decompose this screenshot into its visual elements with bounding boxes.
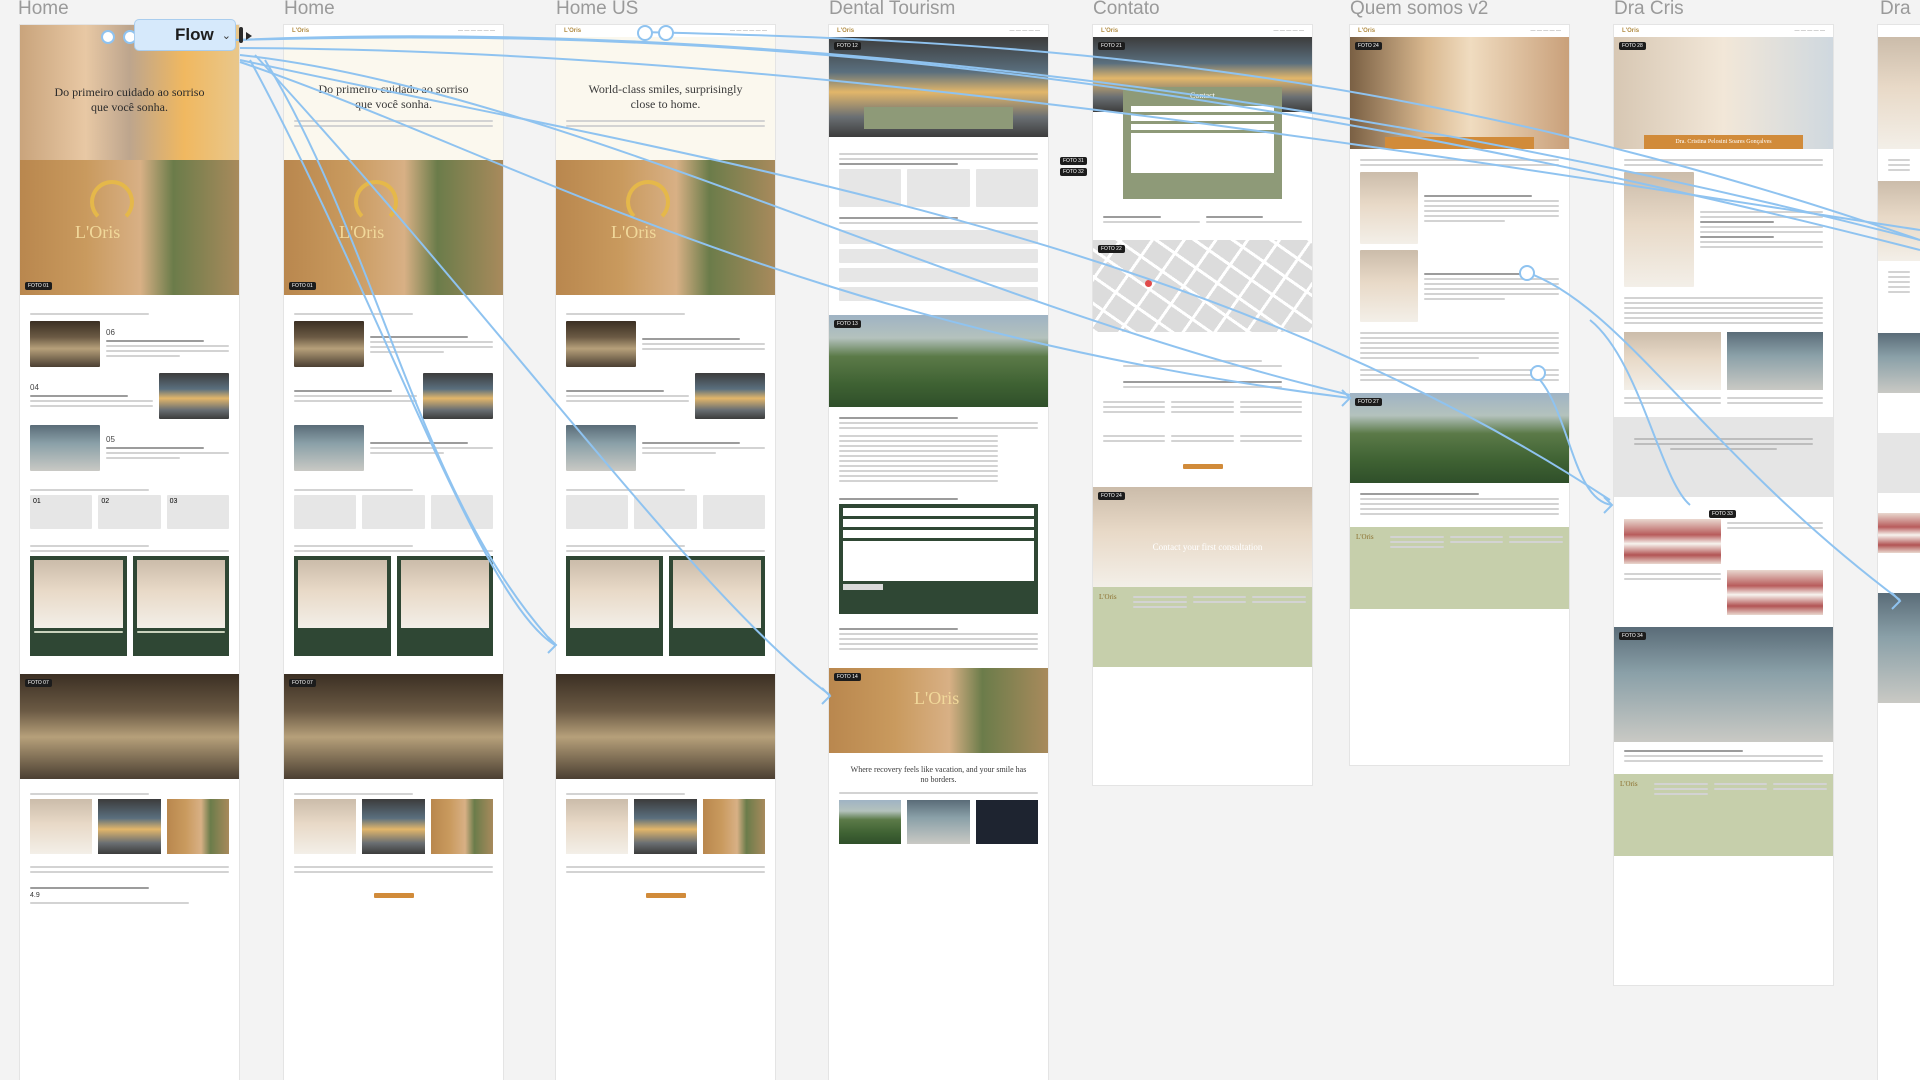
doctor-card[interactable]	[668, 556, 765, 656]
inquiry-form[interactable]	[839, 504, 1038, 614]
nav-brand[interactable]: L'Oris	[1101, 28, 1118, 34]
consult-photo: FOTO 24 Contact your first consultation	[1093, 487, 1312, 587]
form-textarea[interactable]	[843, 541, 1034, 581]
form-field[interactable]	[1131, 106, 1274, 112]
footer-logo: L'Oris	[1356, 533, 1374, 541]
frame-dra[interactable]	[1878, 25, 1920, 1080]
team-photo: L'Oris FOTO 01	[20, 160, 239, 295]
form-title: Contact	[1190, 91, 1215, 100]
frame-home[interactable]: Do primeiro cuidado ao sorriso que você …	[20, 25, 239, 1080]
frame-title-home-us[interactable]: Home US	[556, 0, 638, 20]
footer-logo: L'Oris	[1620, 780, 1638, 788]
frame-contato[interactable]: L'Oris — — — — — FOTO 21 Contact FOTO 22 …	[1093, 25, 1312, 785]
nav-brand[interactable]: L'Oris	[837, 28, 854, 34]
form-field[interactable]	[1131, 115, 1274, 121]
doctor-card[interactable]	[396, 556, 493, 656]
doctor-card[interactable]	[566, 556, 663, 656]
floating-photo-tag[interactable]: FOTO 32	[1060, 168, 1087, 176]
nav-brand[interactable]: L'Oris	[1622, 28, 1639, 34]
frame-title-dental-tourism[interactable]: Dental Tourism	[829, 0, 955, 20]
photo-tag: FOTO 01	[25, 282, 52, 290]
footer-logo: L'Oris	[1099, 593, 1117, 601]
cta-button[interactable]	[1182, 464, 1223, 469]
frame-title-home[interactable]: Home	[18, 0, 69, 20]
nav-brand[interactable]: L'Oris	[564, 28, 581, 34]
footer: L'Oris	[1350, 527, 1569, 609]
cta-button[interactable]	[373, 893, 414, 898]
hero-heading: World-class smiles, surprisingly close t…	[588, 82, 743, 111]
step-number: 01	[33, 498, 41, 505]
map-pin-icon[interactable]	[1145, 280, 1152, 287]
footer: L'Oris	[1614, 774, 1833, 856]
frame-home-us[interactable]: L'Oris — — — — — — World-class smiles, su…	[556, 25, 775, 1080]
doctor-caption: Dra. Cristina Pelosini Soares Gonçalves	[1644, 135, 1803, 149]
logo-wordmark: L'Oris	[75, 222, 121, 242]
nav-brand[interactable]: L'Oris	[292, 28, 309, 34]
logo-wordmark: L'Oris	[914, 688, 960, 708]
rating-value: 4.9	[30, 892, 40, 899]
form-field[interactable]	[843, 519, 1034, 527]
doctor-card[interactable]	[30, 556, 127, 656]
consult-heading: Contact your first consultation	[1152, 542, 1263, 552]
flow-starting-point[interactable]: Flow ⌄	[135, 20, 252, 50]
thumb-photo	[30, 321, 100, 367]
form-field[interactable]	[843, 530, 1034, 538]
step-number: 03	[169, 498, 178, 505]
frame-title-quem-somos[interactable]: Quem somos v2	[1350, 0, 1488, 20]
cta-button[interactable]	[645, 893, 686, 898]
stat-number: 04	[30, 382, 39, 392]
logo-icon	[626, 180, 670, 224]
logo-icon	[90, 180, 134, 224]
clinic-photo: FOTO 07	[20, 674, 239, 779]
logo-icon	[354, 180, 398, 224]
play-icon[interactable]	[238, 27, 252, 43]
form-textarea[interactable]	[1131, 133, 1274, 173]
submit-button[interactable]	[843, 584, 883, 590]
hero-heading: Do primeiro cuidado ao sorriso que você …	[54, 85, 205, 114]
hero-heading: Do primeiro cuidado ao sorriso que você …	[318, 82, 469, 111]
flow-label[interactable]: Flow	[175, 25, 214, 45]
frame-quem-somos[interactable]: L'Oris — — — — — FOTO 24 FOTO 27 L'Oris	[1350, 25, 1569, 765]
stat-number: 06	[106, 328, 115, 337]
doctor-card[interactable]	[132, 556, 229, 656]
floating-photo-tag[interactable]: FOTO 31	[1060, 157, 1087, 165]
chevron-down-icon[interactable]: ⌄	[222, 29, 231, 42]
frame-dra-cris[interactable]: L'Oris — — — — — FOTO 28 Dra. Cristina Pe…	[1614, 25, 1833, 985]
logo-wordmark: L'Oris	[339, 222, 385, 242]
nav-brand[interactable]: L'Oris	[1358, 28, 1375, 34]
footer: L'Oris	[1093, 587, 1312, 667]
design-canvas[interactable]: Home Home Home US Dental Tourism Contato…	[0, 0, 1920, 1080]
form-field[interactable]	[843, 508, 1034, 516]
thumb-photo	[30, 425, 100, 471]
frame-title-dra[interactable]: Dra	[1880, 0, 1911, 20]
step-number: 02	[101, 498, 110, 505]
stat-number: 05	[106, 434, 115, 444]
tourism-tagline: Where recovery feels like vacation, and …	[850, 765, 1027, 784]
frame-dental-tourism[interactable]: L'Oris — — — — — FOTO 12 FOTO 13 L'Oris F…	[829, 25, 1048, 1080]
frame-title-dra-cris[interactable]: Dra Cris	[1614, 0, 1684, 20]
frame-title-home-2[interactable]: Home	[284, 0, 335, 20]
contact-form[interactable]: Contact	[1123, 87, 1282, 199]
logo-wordmark: L'Oris	[611, 222, 657, 242]
frame-title-contato[interactable]: Contato	[1093, 0, 1160, 20]
thumb-photo	[159, 373, 229, 419]
frame-home-2[interactable]: L'Oris — — — — — — Do primeiro cuidado ao…	[284, 25, 503, 1080]
doctor-card[interactable]	[294, 556, 391, 656]
map[interactable]: FOTO 22	[1093, 240, 1312, 332]
form-field[interactable]	[1131, 124, 1274, 130]
team-photo: L'Oris FOTO 01	[284, 160, 503, 295]
